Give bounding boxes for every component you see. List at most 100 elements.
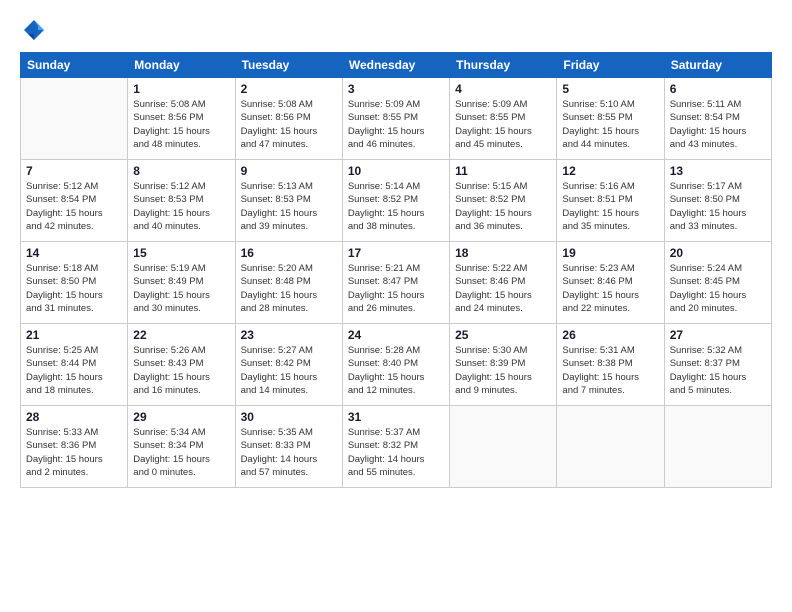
day-number: 22 xyxy=(133,328,229,342)
calendar-week-row: 7 Sunrise: 5:12 AM Sunset: 8:54 PM Daylig… xyxy=(21,160,772,242)
calendar-cell: 31 Sunrise: 5:37 AM Sunset: 8:32 PM Dayli… xyxy=(342,406,449,488)
day-info: Sunrise: 5:23 AM Sunset: 8:46 PM Dayligh… xyxy=(562,262,658,315)
header xyxy=(20,16,772,44)
weekday-header: Wednesday xyxy=(342,53,449,78)
day-info: Sunrise: 5:16 AM Sunset: 8:51 PM Dayligh… xyxy=(562,180,658,233)
day-info: Sunrise: 5:12 AM Sunset: 8:54 PM Dayligh… xyxy=(26,180,122,233)
calendar-cell: 20Sunrise: 5:24 AM Sunset: 8:45 PM Dayli… xyxy=(664,242,771,324)
day-number: 13 xyxy=(670,164,766,178)
calendar-cell: 29 Sunrise: 5:34 AM Sunset: 8:34 PM Dayli… xyxy=(128,406,235,488)
calendar-cell: 9 Sunrise: 5:13 AM Sunset: 8:53 PM Daylig… xyxy=(235,160,342,242)
day-info: Sunrise: 5:14 AM Sunset: 8:52 PM Dayligh… xyxy=(348,180,444,233)
day-info: Sunrise: 5:26 AM Sunset: 8:43 PM Dayligh… xyxy=(133,344,229,397)
day-number: 8 xyxy=(133,164,229,178)
day-number: 15 xyxy=(133,246,229,260)
weekday-header: Tuesday xyxy=(235,53,342,78)
day-number: 3 xyxy=(348,82,444,96)
day-number: 24 xyxy=(348,328,444,342)
day-number: 27 xyxy=(670,328,766,342)
logo xyxy=(20,16,52,44)
day-number: 16 xyxy=(241,246,337,260)
day-info: Sunrise: 5:34 AM Sunset: 8:34 PM Dayligh… xyxy=(133,426,229,479)
day-number: 7 xyxy=(26,164,122,178)
calendar-cell: 5 Sunrise: 5:10 AM Sunset: 8:55 PM Daylig… xyxy=(557,78,664,160)
calendar-cell: 18 Sunrise: 5:22 AM Sunset: 8:46 PM Dayli… xyxy=(450,242,557,324)
day-number: 28 xyxy=(26,410,122,424)
weekday-header: Saturday xyxy=(664,53,771,78)
calendar-cell: 28 Sunrise: 5:33 AM Sunset: 8:36 PM Dayli… xyxy=(21,406,128,488)
calendar-cell: 15 Sunrise: 5:19 AM Sunset: 8:49 PM Dayli… xyxy=(128,242,235,324)
calendar-week-row: 28 Sunrise: 5:33 AM Sunset: 8:36 PM Dayli… xyxy=(21,406,772,488)
day-info: Sunrise: 5:10 AM Sunset: 8:55 PM Dayligh… xyxy=(562,98,658,151)
day-number: 23 xyxy=(241,328,337,342)
calendar-cell: 23Sunrise: 5:27 AM Sunset: 8:42 PM Dayli… xyxy=(235,324,342,406)
day-info: Sunrise: 5:11 AM Sunset: 8:54 PM Dayligh… xyxy=(670,98,766,151)
calendar-cell: 6 Sunrise: 5:11 AM Sunset: 8:54 PM Daylig… xyxy=(664,78,771,160)
day-info: Sunrise: 5:33 AM Sunset: 8:36 PM Dayligh… xyxy=(26,426,122,479)
day-info: Sunrise: 5:22 AM Sunset: 8:46 PM Dayligh… xyxy=(455,262,551,315)
day-number: 5 xyxy=(562,82,658,96)
weekday-header: Sunday xyxy=(21,53,128,78)
calendar-header-row: SundayMondayTuesdayWednesdayThursdayFrid… xyxy=(21,53,772,78)
calendar-cell: 8 Sunrise: 5:12 AM Sunset: 8:53 PM Daylig… xyxy=(128,160,235,242)
day-number: 30 xyxy=(241,410,337,424)
calendar-cell: 25Sunrise: 5:30 AM Sunset: 8:39 PM Dayli… xyxy=(450,324,557,406)
day-info: Sunrise: 5:25 AM Sunset: 8:44 PM Dayligh… xyxy=(26,344,122,397)
day-info: Sunrise: 5:19 AM Sunset: 8:49 PM Dayligh… xyxy=(133,262,229,315)
calendar-cell xyxy=(664,406,771,488)
calendar-cell: 22 Sunrise: 5:26 AM Sunset: 8:43 PM Dayli… xyxy=(128,324,235,406)
day-info: Sunrise: 5:21 AM Sunset: 8:47 PM Dayligh… xyxy=(348,262,444,315)
weekday-header: Thursday xyxy=(450,53,557,78)
calendar-cell: 7 Sunrise: 5:12 AM Sunset: 8:54 PM Daylig… xyxy=(21,160,128,242)
day-number: 20 xyxy=(670,246,766,260)
day-info: Sunrise: 5:20 AM Sunset: 8:48 PM Dayligh… xyxy=(241,262,337,315)
calendar-table: SundayMondayTuesdayWednesdayThursdayFrid… xyxy=(20,52,772,488)
day-info: Sunrise: 5:12 AM Sunset: 8:53 PM Dayligh… xyxy=(133,180,229,233)
day-info: Sunrise: 5:37 AM Sunset: 8:32 PM Dayligh… xyxy=(348,426,444,479)
day-number: 18 xyxy=(455,246,551,260)
calendar-cell: 17 Sunrise: 5:21 AM Sunset: 8:47 PM Dayli… xyxy=(342,242,449,324)
day-info: Sunrise: 5:08 AM Sunset: 8:56 PM Dayligh… xyxy=(241,98,337,151)
calendar-cell: 14Sunrise: 5:18 AM Sunset: 8:50 PM Dayli… xyxy=(21,242,128,324)
day-number: 17 xyxy=(348,246,444,260)
day-info: Sunrise: 5:08 AM Sunset: 8:56 PM Dayligh… xyxy=(133,98,229,151)
day-number: 12 xyxy=(562,164,658,178)
day-number: 11 xyxy=(455,164,551,178)
day-number: 1 xyxy=(133,82,229,96)
calendar-cell: 30 Sunrise: 5:35 AM Sunset: 8:33 PM Dayli… xyxy=(235,406,342,488)
calendar-cell: 2 Sunrise: 5:08 AM Sunset: 8:56 PM Daylig… xyxy=(235,78,342,160)
day-number: 19 xyxy=(562,246,658,260)
day-number: 2 xyxy=(241,82,337,96)
calendar-week-row: 1 Sunrise: 5:08 AM Sunset: 8:56 PM Daylig… xyxy=(21,78,772,160)
day-info: Sunrise: 5:31 AM Sunset: 8:38 PM Dayligh… xyxy=(562,344,658,397)
calendar-cell: 12 Sunrise: 5:16 AM Sunset: 8:51 PM Dayli… xyxy=(557,160,664,242)
day-number: 9 xyxy=(241,164,337,178)
calendar-cell: 27 Sunrise: 5:32 AM Sunset: 8:37 PM Dayli… xyxy=(664,324,771,406)
day-number: 21 xyxy=(26,328,122,342)
day-info: Sunrise: 5:35 AM Sunset: 8:33 PM Dayligh… xyxy=(241,426,337,479)
day-info: Sunrise: 5:13 AM Sunset: 8:53 PM Dayligh… xyxy=(241,180,337,233)
calendar-cell xyxy=(450,406,557,488)
day-number: 29 xyxy=(133,410,229,424)
page: SundayMondayTuesdayWednesdayThursdayFrid… xyxy=(0,0,792,612)
day-number: 26 xyxy=(562,328,658,342)
day-info: Sunrise: 5:28 AM Sunset: 8:40 PM Dayligh… xyxy=(348,344,444,397)
day-info: Sunrise: 5:17 AM Sunset: 8:50 PM Dayligh… xyxy=(670,180,766,233)
day-info: Sunrise: 5:32 AM Sunset: 8:37 PM Dayligh… xyxy=(670,344,766,397)
calendar-cell: 10 Sunrise: 5:14 AM Sunset: 8:52 PM Dayli… xyxy=(342,160,449,242)
day-number: 10 xyxy=(348,164,444,178)
calendar-cell: 11 Sunrise: 5:15 AM Sunset: 8:52 PM Dayli… xyxy=(450,160,557,242)
day-number: 31 xyxy=(348,410,444,424)
calendar-cell: 16 Sunrise: 5:20 AM Sunset: 8:48 PM Dayli… xyxy=(235,242,342,324)
day-number: 6 xyxy=(670,82,766,96)
calendar-cell: 13 Sunrise: 5:17 AM Sunset: 8:50 PM Dayli… xyxy=(664,160,771,242)
day-info: Sunrise: 5:15 AM Sunset: 8:52 PM Dayligh… xyxy=(455,180,551,233)
day-info: Sunrise: 5:09 AM Sunset: 8:55 PM Dayligh… xyxy=(348,98,444,151)
day-info: Sunrise: 5:18 AM Sunset: 8:50 PM Dayligh… xyxy=(26,262,122,315)
calendar-cell: 26 Sunrise: 5:31 AM Sunset: 8:38 PM Dayli… xyxy=(557,324,664,406)
calendar-cell: 1 Sunrise: 5:08 AM Sunset: 8:56 PM Daylig… xyxy=(128,78,235,160)
calendar-week-row: 14Sunrise: 5:18 AM Sunset: 8:50 PM Dayli… xyxy=(21,242,772,324)
calendar-cell: 24 Sunrise: 5:28 AM Sunset: 8:40 PM Dayli… xyxy=(342,324,449,406)
calendar-cell: 19 Sunrise: 5:23 AM Sunset: 8:46 PM Dayli… xyxy=(557,242,664,324)
calendar-cell: 21 Sunrise: 5:25 AM Sunset: 8:44 PM Dayli… xyxy=(21,324,128,406)
